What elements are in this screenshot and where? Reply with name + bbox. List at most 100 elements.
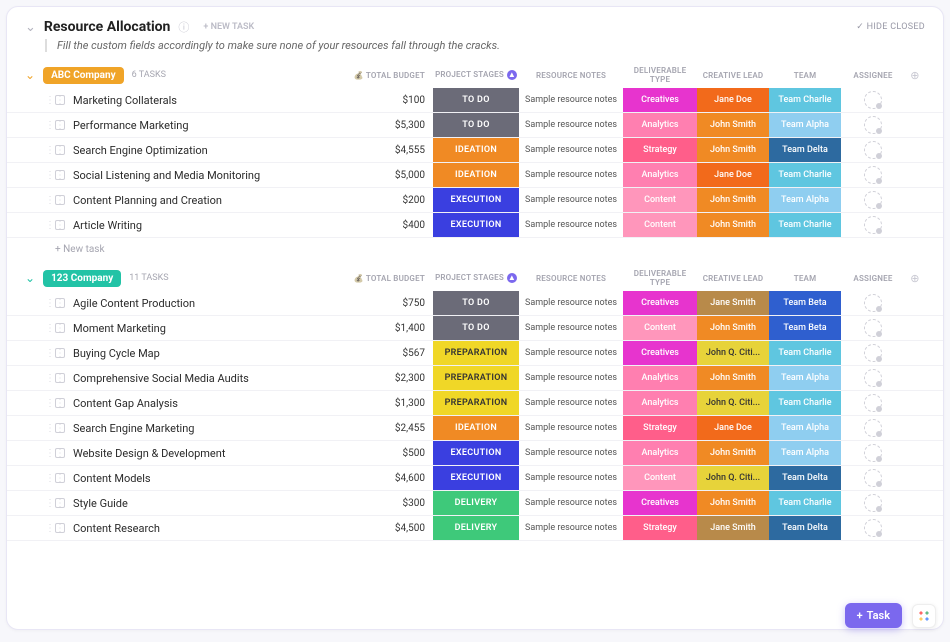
task-status-checkbox[interactable]: [55, 473, 65, 483]
assignee-avatar-placeholder[interactable]: [864, 116, 882, 134]
cell-budget[interactable]: $200: [345, 195, 433, 206]
cell-lead[interactable]: John Q. Citi...: [697, 466, 769, 490]
cell-lead[interactable]: John Q. Citi...: [697, 391, 769, 415]
cell-team[interactable]: Team Alpha: [769, 441, 841, 465]
new-task-fab[interactable]: + Task: [845, 603, 902, 628]
task-name[interactable]: Buying Cycle Map: [73, 347, 345, 360]
cell-assignee[interactable]: [841, 444, 905, 462]
cell-deliverable[interactable]: Analytics: [623, 113, 697, 137]
col-assignee[interactable]: ASSIGNEE: [841, 274, 905, 283]
task-status-checkbox[interactable]: [55, 298, 65, 308]
cell-deliverable[interactable]: Content: [623, 188, 697, 212]
cell-stage[interactable]: EXECUTION: [433, 441, 519, 465]
task-status-checkbox[interactable]: [55, 220, 65, 230]
drag-handle-icon[interactable]: ⋮⋮: [45, 423, 55, 434]
cell-stage[interactable]: PREPARATION: [433, 366, 519, 390]
col-deliverable[interactable]: DELIVERABLE TYPE: [623, 269, 697, 287]
task-row[interactable]: ⋮⋮ Agile Content Production $750 TO DO S…: [7, 291, 943, 316]
cell-assignee[interactable]: [841, 319, 905, 337]
drag-handle-icon[interactable]: ⋮⋮: [45, 195, 55, 206]
cell-lead[interactable]: Jane Doe: [697, 163, 769, 187]
cell-assignee[interactable]: [841, 191, 905, 209]
assignee-avatar-placeholder[interactable]: [864, 319, 882, 337]
collapse-view-icon[interactable]: ⌄: [25, 20, 36, 35]
task-status-checkbox[interactable]: [55, 323, 65, 333]
cell-deliverable[interactable]: Strategy: [623, 416, 697, 440]
cell-lead[interactable]: Jane Doe: [697, 416, 769, 440]
assignee-avatar-placeholder[interactable]: [864, 369, 882, 387]
cell-assignee[interactable]: [841, 294, 905, 312]
task-status-checkbox[interactable]: [55, 373, 65, 383]
assignee-avatar-placeholder[interactable]: [864, 469, 882, 487]
task-name[interactable]: Marketing Collaterals: [73, 94, 345, 107]
task-status-checkbox[interactable]: [55, 348, 65, 358]
cell-budget[interactable]: $4,555: [345, 145, 433, 156]
cell-lead[interactable]: Jane Smith: [697, 291, 769, 315]
task-name[interactable]: Content Models: [73, 472, 345, 485]
cell-budget[interactable]: $300: [345, 498, 433, 509]
new-task-top-button[interactable]: + NEW TASK: [203, 22, 254, 32]
task-name[interactable]: Performance Marketing: [73, 119, 345, 132]
task-name[interactable]: Moment Marketing: [73, 322, 345, 335]
task-row[interactable]: ⋮⋮ Content Models $4,600 EXECUTION Sampl…: [7, 466, 943, 491]
drag-handle-icon[interactable]: ⋮⋮: [45, 95, 55, 106]
col-lead[interactable]: CREATIVE LEAD: [697, 274, 769, 283]
cell-deliverable[interactable]: Creatives: [623, 291, 697, 315]
cell-notes[interactable]: Sample resource notes: [519, 323, 623, 333]
cell-deliverable[interactable]: Content: [623, 213, 697, 237]
cell-budget[interactable]: $4,600: [345, 473, 433, 484]
cell-deliverable[interactable]: Creatives: [623, 88, 697, 112]
cell-notes[interactable]: Sample resource notes: [519, 523, 623, 533]
cell-assignee[interactable]: [841, 394, 905, 412]
drag-handle-icon[interactable]: ⋮⋮: [45, 523, 55, 534]
cell-notes[interactable]: Sample resource notes: [519, 120, 623, 130]
drag-handle-icon[interactable]: ⋮⋮: [45, 498, 55, 509]
assignee-avatar-placeholder[interactable]: [864, 141, 882, 159]
col-budget[interactable]: TOTAL BUDGET: [345, 71, 433, 80]
assignee-avatar-placeholder[interactable]: [864, 91, 882, 109]
group-collapse-icon[interactable]: ⌄: [25, 271, 35, 285]
task-name[interactable]: Article Writing: [73, 219, 345, 232]
cell-team[interactable]: Team Charlie: [769, 491, 841, 515]
cell-deliverable[interactable]: Analytics: [623, 163, 697, 187]
cell-stage[interactable]: TO DO: [433, 316, 519, 340]
cell-budget[interactable]: $100: [345, 95, 433, 106]
cell-assignee[interactable]: [841, 344, 905, 362]
drag-handle-icon[interactable]: ⋮⋮: [45, 348, 55, 359]
cell-notes[interactable]: Sample resource notes: [519, 498, 623, 508]
stage-sort-icon[interactable]: ▲: [507, 70, 517, 80]
cell-lead[interactable]: John Smith: [697, 213, 769, 237]
task-status-checkbox[interactable]: [55, 170, 65, 180]
col-team[interactable]: TEAM: [769, 71, 841, 80]
cell-assignee[interactable]: [841, 369, 905, 387]
task-row[interactable]: ⋮⋮ Performance Marketing $5,300 TO DO Sa…: [7, 113, 943, 138]
task-name[interactable]: Website Design & Development: [73, 447, 345, 460]
drag-handle-icon[interactable]: ⋮⋮: [45, 323, 55, 334]
task-row[interactable]: ⋮⋮ Content Gap Analysis $1,300 PREPARATI…: [7, 391, 943, 416]
drag-handle-icon[interactable]: ⋮⋮: [45, 298, 55, 309]
task-name[interactable]: Social Listening and Media Monitoring: [73, 169, 345, 182]
task-name[interactable]: Content Research: [73, 522, 345, 535]
cell-assignee[interactable]: [841, 494, 905, 512]
info-icon[interactable]: ⓘ: [178, 19, 189, 35]
drag-handle-icon[interactable]: ⋮⋮: [45, 220, 55, 231]
cell-lead[interactable]: John Smith: [697, 188, 769, 212]
group-pill[interactable]: ABC Company: [43, 67, 124, 84]
task-status-checkbox[interactable]: [55, 498, 65, 508]
cell-team[interactable]: Team Charlie: [769, 163, 841, 187]
col-stage[interactable]: PROJECT STAGES▲: [433, 70, 519, 80]
cell-lead[interactable]: John Smith: [697, 441, 769, 465]
cell-team[interactable]: Team Charlie: [769, 391, 841, 415]
cell-notes[interactable]: Sample resource notes: [519, 195, 623, 205]
cell-assignee[interactable]: [841, 91, 905, 109]
task-status-checkbox[interactable]: [55, 423, 65, 433]
cell-notes[interactable]: Sample resource notes: [519, 448, 623, 458]
cell-budget[interactable]: $500: [345, 448, 433, 459]
drag-handle-icon[interactable]: ⋮⋮: [45, 473, 55, 484]
cell-budget[interactable]: $2,455: [345, 423, 433, 434]
task-row[interactable]: ⋮⋮ Marketing Collaterals $100 TO DO Samp…: [7, 88, 943, 113]
cell-deliverable[interactable]: Strategy: [623, 516, 697, 540]
cell-notes[interactable]: Sample resource notes: [519, 423, 623, 433]
task-name[interactable]: Search Engine Marketing: [73, 422, 345, 435]
col-assignee[interactable]: ASSIGNEE: [841, 71, 905, 80]
